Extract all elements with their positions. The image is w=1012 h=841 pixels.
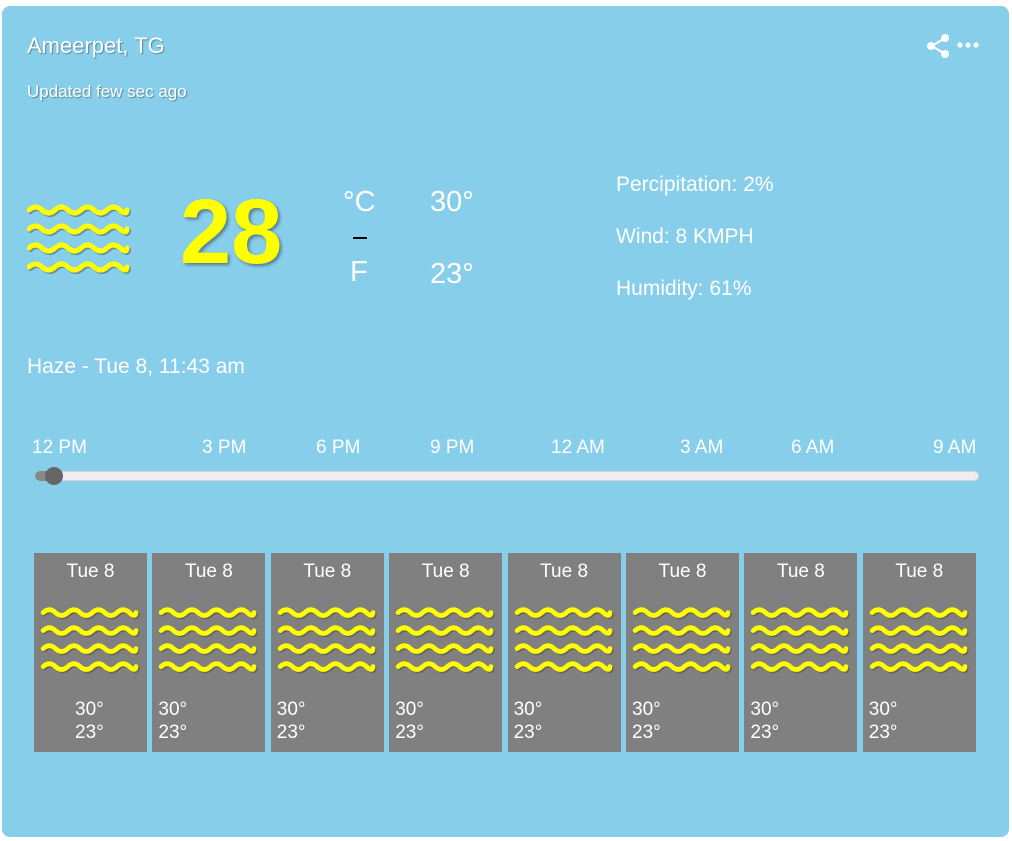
forecast-high: 30°	[632, 699, 661, 720]
haze-icon	[27, 202, 131, 278]
forecast-high: 30°	[75, 699, 104, 720]
humidity-stat: Humidity: 61%	[616, 277, 752, 300]
forecast-day-label: Tue 8	[776, 561, 825, 582]
forecast-high: 30°	[395, 699, 424, 720]
updated-status: Updated few sec ago	[27, 82, 187, 101]
condition-text: Haze - Tue 8, 11:43 am	[27, 355, 245, 378]
timeline-tick: 3 AM	[680, 437, 724, 458]
forecast-low: 23°	[395, 722, 424, 743]
more-horizontal-icon[interactable]	[956, 38, 980, 52]
forecast-high: 30°	[513, 699, 543, 720]
timeline-tick: 6 AM	[791, 437, 835, 458]
timeline-slider[interactable]	[35, 467, 979, 485]
timeline-tick: 9 AM	[933, 437, 977, 458]
forecast-day-label: Tue 8	[184, 561, 233, 582]
haze-icon	[513, 605, 616, 677]
haze-icon	[868, 605, 971, 677]
forecast-high: 30°	[158, 699, 188, 720]
timeline-tick: 12 AM	[551, 437, 605, 458]
forecast-day-card[interactable]: Tue 8 30° 23°	[34, 553, 147, 752]
forecast-list: Tue 8 30° 23° Tue 8 30° 23° Tue 8 30° 23° Tue 8 30…	[34, 553, 976, 752]
forecast-high: 30°	[276, 699, 306, 720]
haze-icon	[39, 605, 142, 677]
forecast-low: 23°	[276, 722, 306, 743]
forecast-high: 30°	[868, 699, 898, 720]
forecast-day-card[interactable]: Tue 8 30° 23°	[270, 553, 384, 752]
haze-icon	[276, 605, 379, 677]
forecast-low: 23°	[75, 722, 104, 743]
unit-separator	[353, 237, 367, 239]
forecast-low: 23°	[632, 722, 661, 743]
haze-icon	[394, 605, 497, 677]
high-temperature: 30°	[430, 186, 474, 218]
forecast-day-card[interactable]: Tue 8 30° 23°	[389, 553, 503, 752]
forecast-low: 23°	[513, 722, 543, 743]
share-icon[interactable]	[924, 33, 952, 59]
forecast-day-label: Tue 8	[66, 561, 115, 582]
current-temperature: 28	[180, 181, 283, 283]
forecast-low: 23°	[750, 722, 780, 743]
forecast-day-label: Tue 8	[421, 561, 470, 582]
location-title: Ameerpet, TG	[27, 33, 165, 58]
haze-icon	[157, 605, 260, 677]
forecast-low: 23°	[868, 722, 898, 743]
forecast-day-label: Tue 8	[658, 561, 707, 582]
forecast-low: 23°	[158, 722, 188, 743]
wind-stat: Wind: 8 KMPH	[616, 225, 754, 248]
forecast-day-card[interactable]: Tue 8 30° 23°	[862, 553, 976, 752]
forecast-day-card[interactable]: Tue 8 30° 23°	[507, 553, 621, 752]
forecast-day-card[interactable]: Tue 8 30° 23°	[152, 553, 266, 752]
forecast-high: 30°	[750, 699, 780, 720]
low-temperature: 23°	[430, 258, 474, 290]
timeline-tick: 9 PM	[430, 437, 475, 458]
forecast-day-label: Tue 8	[303, 561, 352, 582]
timeline-tick: 6 PM	[316, 437, 361, 458]
forecast-day-label: Tue 8	[895, 561, 944, 582]
forecast-day-card[interactable]: Tue 8 30° 23°	[744, 553, 858, 752]
haze-icon	[631, 605, 734, 677]
timeline-slider-thumb[interactable]	[45, 467, 63, 485]
unit-fahrenheit-toggle[interactable]: F	[350, 256, 368, 289]
timeline-tick: 12 PM	[32, 437, 87, 458]
forecast-day-label: Tue 8	[540, 561, 589, 582]
unit-celsius-toggle[interactable]: °C	[343, 186, 376, 219]
timeline-tick: 3 PM	[202, 437, 247, 458]
forecast-day-card[interactable]: Tue 8 30° 23°	[626, 553, 739, 752]
haze-icon	[749, 605, 852, 677]
precipitation-stat: Percipitation: 2%	[616, 173, 774, 196]
